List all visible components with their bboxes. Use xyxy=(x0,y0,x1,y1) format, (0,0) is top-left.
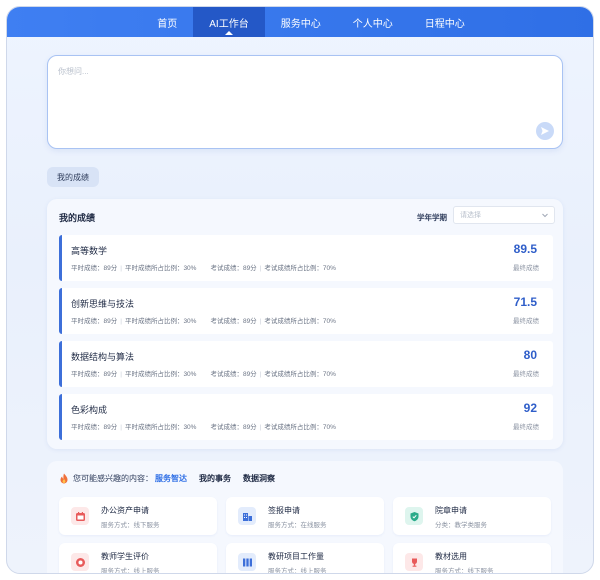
term-label: 学年学期 xyxy=(417,213,447,222)
service-card-research-workload[interactable]: 教研项目工作量 服务方式：线上服务 xyxy=(226,543,384,574)
interest-lead: 您可能感兴趣的内容： xyxy=(73,474,153,483)
usual-ratio: 平时成绩所占比例：30% xyxy=(124,318,197,325)
exam-ratio: 考试成绩所占比例：70% xyxy=(264,371,336,378)
final-score-label: 最终成绩 xyxy=(513,265,539,272)
term-select-placeholder: 请选择 xyxy=(460,212,481,219)
my-grades-chip-label: 我的成绩 xyxy=(57,172,89,182)
nav-personal-center-label: 个人中心 xyxy=(352,18,393,30)
ask-box xyxy=(47,55,563,149)
exam-ratio: 考试成绩所占比例：70% xyxy=(264,424,336,431)
course-meta: 平时成绩：89分 | 平时成绩所占比例：30% 考试成绩：89分 | 考试成绩所占比例：7… xyxy=(71,371,336,378)
service-card-office-asset[interactable]: 办公资产申请 服务方式：线下服务 xyxy=(59,497,217,535)
nav-home[interactable]: 首页 xyxy=(141,7,193,37)
exam-ratio: 考试成绩所占比例：70% xyxy=(264,318,336,325)
nav-schedule-center-label: 日程中心 xyxy=(424,18,465,30)
service-sub: 服务方式：在线服务 xyxy=(268,522,327,529)
grades-title: 我的成绩 xyxy=(59,213,96,223)
nav-schedule-center[interactable]: 日程中心 xyxy=(409,7,481,37)
nav-ai-workbench[interactable]: AI工作台 xyxy=(193,7,265,37)
building-icon xyxy=(238,507,256,525)
service-title: 教研项目工作量 xyxy=(268,552,324,561)
final-score-label: 最终成绩 xyxy=(513,318,539,325)
course-card-2[interactable]: 创新思维与技法 平时成绩：89分 | 平时成绩所占比例：30% 考试成绩：89分 | 考试… xyxy=(59,288,553,334)
usual-score: 平时成绩：89分 xyxy=(71,424,118,431)
ask-input[interactable] xyxy=(48,56,562,148)
course-name: 高等数学 xyxy=(71,246,108,256)
course-card-4[interactable]: 色彩构成 平时成绩：89分 | 平时成绩所占比例：30% 考试成绩：89分 | 考试成绩所… xyxy=(59,394,553,440)
tab-my-affairs[interactable]: 我的事务 xyxy=(199,473,231,484)
final-score: 92 xyxy=(523,401,537,415)
course-name: 数据结构与算法 xyxy=(71,352,135,362)
course-meta: 平时成绩：89分 | 平时成绩所占比例：30% 考试成绩：89分 | 考试成绩所占比例：7… xyxy=(71,265,336,272)
send-icon xyxy=(541,127,549,135)
app-frame: 首页 AI工作台 服务中心 个人中心 日程中心 我的成绩 我的成绩 学年学期 请… xyxy=(6,6,594,574)
service-title: 教师学生评价 xyxy=(101,552,149,561)
final-score-label: 最终成绩 xyxy=(513,371,539,378)
trophy-icon xyxy=(405,553,423,571)
service-card-seal-apply[interactable]: 院章申请 分类：教学类服务 xyxy=(393,497,551,535)
exam-ratio: 考试成绩所占比例：70% xyxy=(264,265,336,272)
service-card-sign-report[interactable]: 签报申请 服务方式：在线服务 xyxy=(226,497,384,535)
usual-ratio: 平时成绩所占比例：30% xyxy=(124,371,197,378)
usual-score: 平时成绩：89分 xyxy=(71,371,118,378)
send-button[interactable] xyxy=(536,122,554,140)
service-sub: 服务方式：线下服务 xyxy=(101,522,160,529)
service-title: 签报申请 xyxy=(268,506,300,515)
tab-service-smart[interactable]: 服务智达 xyxy=(155,473,187,484)
final-score: 80 xyxy=(523,348,537,362)
exam-score: 考试成绩：89分 xyxy=(210,424,257,431)
chevron-down-icon xyxy=(542,213,548,218)
service-card-textbook-select[interactable]: 教材选用 服务方式：线下服务 xyxy=(393,543,551,574)
usual-ratio: 平时成绩所占比例：30% xyxy=(124,424,197,431)
nav-personal-center[interactable]: 个人中心 xyxy=(337,7,409,37)
top-nav: 首页 AI工作台 服务中心 个人中心 日程中心 xyxy=(7,7,593,37)
course-card-1[interactable]: 高等数学 平时成绩：89分 | 平时成绩所占比例：30% 考试成绩：89分 | 考试成绩所… xyxy=(59,235,553,281)
service-sub: 服务方式：线上服务 xyxy=(101,568,160,574)
service-card-teacher-eval[interactable]: 教师学生评价 服务方式：线上服务 xyxy=(59,543,217,574)
fire-icon xyxy=(60,473,68,484)
exam-score: 考试成绩：89分 xyxy=(210,318,257,325)
final-score-label: 最终成绩 xyxy=(513,424,539,431)
nav-home-label: 首页 xyxy=(157,18,178,30)
nav-service-center[interactable]: 服务中心 xyxy=(265,7,337,37)
course-name: 创新思维与技法 xyxy=(71,299,135,309)
service-sub: 分类：教学类服务 xyxy=(435,522,487,529)
final-score: 71.5 xyxy=(513,295,537,309)
service-title: 教材选用 xyxy=(435,552,467,561)
service-title: 办公资产申请 xyxy=(101,506,149,515)
nav-service-center-label: 服务中心 xyxy=(280,18,321,30)
shield-icon xyxy=(405,507,423,525)
tab-data-insight[interactable]: 数据洞察 xyxy=(243,473,275,484)
grades-panel: 我的成绩 学年学期 请选择 高等数学 平时成绩：89分 | 平时成绩所占比例：30%… xyxy=(47,199,563,449)
grid-icon xyxy=(238,553,256,571)
course-name: 色彩构成 xyxy=(71,405,108,415)
final-score: 89.5 xyxy=(513,242,537,256)
service-sub: 服务方式：线下服务 xyxy=(435,568,494,574)
usual-score: 平时成绩：89分 xyxy=(71,318,118,325)
rating-icon xyxy=(71,553,89,571)
usual-score: 平时成绩：89分 xyxy=(71,265,118,272)
course-meta: 平时成绩：89分 | 平时成绩所占比例：30% 考试成绩：89分 | 考试成绩所占比例：7… xyxy=(71,318,336,325)
exam-score: 考试成绩：89分 xyxy=(210,265,257,272)
my-grades-chip[interactable]: 我的成绩 xyxy=(47,167,99,187)
course-card-3[interactable]: 数据结构与算法 平时成绩：89分 | 平时成绩所占比例：30% 考试成绩：89分 | 考试… xyxy=(59,341,553,387)
service-sub: 服务方式：线上服务 xyxy=(268,568,327,574)
usual-ratio: 平时成绩所占比例：30% xyxy=(124,265,197,272)
service-title: 院章申请 xyxy=(435,506,467,515)
course-meta: 平时成绩：89分 | 平时成绩所占比例：30% 考试成绩：89分 | 考试成绩所占比例：7… xyxy=(71,424,336,431)
exam-score: 考试成绩：89分 xyxy=(210,371,257,378)
term-select[interactable]: 请选择 xyxy=(453,206,555,224)
interest-tabs: 您可能感兴趣的内容： 服务智达 我的事务 数据洞察 xyxy=(59,473,275,484)
nav-ai-workbench-label: AI工作台 xyxy=(209,18,249,30)
calendar-icon xyxy=(71,507,89,525)
interest-panel: 您可能感兴趣的内容： 服务智达 我的事务 数据洞察 办公资产申请 服务方式：线下… xyxy=(47,461,563,574)
